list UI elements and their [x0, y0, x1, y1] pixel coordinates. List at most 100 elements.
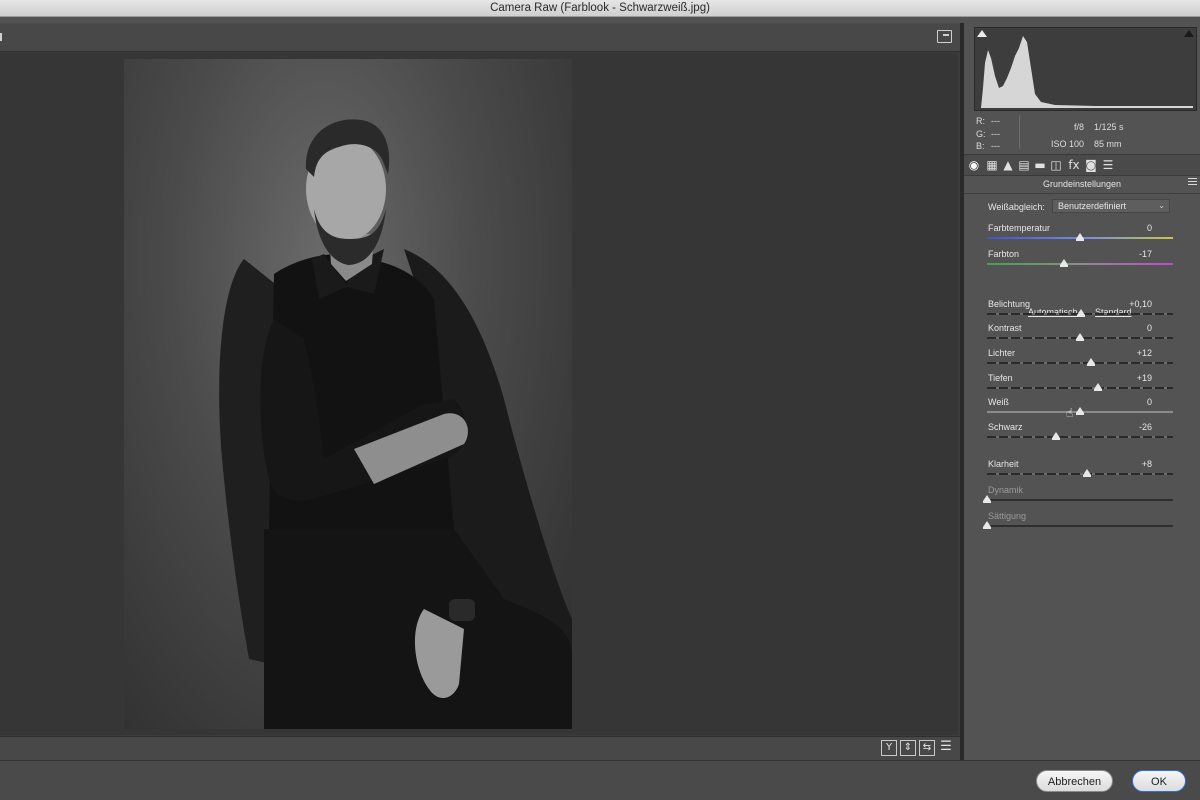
- slider-shadows-track[interactable]: [987, 387, 1173, 389]
- chevron-down-icon: ⌄: [1158, 201, 1165, 210]
- slider-highlights-thumb-base: [1087, 364, 1096, 366]
- slider-saturation-label: Sättigung: [988, 511, 1027, 521]
- slider-temp-label: Farbtemperatur: [988, 223, 1051, 233]
- slider-tint: Farbton -17: [987, 249, 1173, 273]
- slider-saturation-track[interactable]: [987, 525, 1173, 527]
- slider-contrast: Kontrast 0: [987, 323, 1173, 347]
- g-value: ---: [991, 128, 1000, 139]
- adjustment-panel: R: --- G: --- B: --- f/8 1/125 s ISO 100 85 m…: [964, 23, 1200, 760]
- slider-vibrance: Dynamik: [983, 485, 1173, 509]
- slider-shadows: Tiefen +19: [987, 373, 1173, 397]
- panel-menu-icon[interactable]: [1188, 178, 1197, 185]
- slider-whites-label: Weiß: [988, 397, 1009, 407]
- tab-lens-icon[interactable]: ◫: [1048, 157, 1064, 174]
- slider-highlights-track[interactable]: [987, 362, 1173, 364]
- slider-shadows-value[interactable]: +19: [1137, 373, 1152, 383]
- tab-detail-icon[interactable]: ▲: [1000, 157, 1016, 174]
- tab-split-toning-icon[interactable]: ▬: [1032, 157, 1048, 174]
- slider-exposure: Belichtung +0,10: [987, 299, 1173, 323]
- dialog-footer: Abbrechen OK: [0, 760, 1200, 800]
- slider-clarity-thumb-base: [1083, 475, 1092, 477]
- slider-tint-value[interactable]: -17: [1139, 249, 1152, 259]
- slider-vibrance-label: Dynamik: [988, 485, 1024, 495]
- rgb-readout: R: --- G: --- B: ---: [976, 115, 1000, 153]
- swap-before-after-icon[interactable]: ⇕: [900, 740, 916, 756]
- slider-whites: Weiß 0: [987, 397, 1173, 421]
- view-controls: Y ⇕ ⇆ ☰: [881, 740, 954, 756]
- info-separator: [1019, 115, 1020, 149]
- aperture: f/8: [1073, 122, 1084, 132]
- tab-tone-curve-icon[interactable]: ▦: [984, 157, 1000, 174]
- section-title: Grundeinstellungen: [1042, 179, 1122, 189]
- tab-hsl-icon[interactable]: ▤: [1016, 157, 1032, 174]
- fullscreen-icon[interactable]: [937, 30, 952, 43]
- section-divider: [964, 193, 1200, 194]
- shutter-speed: 1/125 s: [1094, 122, 1124, 132]
- slider-highlights-value[interactable]: +12: [1137, 348, 1152, 358]
- slider-shadows-label: Tiefen: [988, 373, 1013, 383]
- slider-clarity-track[interactable]: [987, 473, 1173, 475]
- slider-clarity-label: Klarheit: [988, 459, 1019, 469]
- tab-effects-icon[interactable]: fx: [1066, 157, 1082, 174]
- slider-exposure-label: Belichtung: [988, 299, 1031, 309]
- slider-highlights-label: Lichter: [988, 348, 1016, 358]
- slider-blacks-value[interactable]: -26: [1139, 422, 1152, 432]
- camera-info: f/8 1/125 s ISO 100 85 mm: [1046, 119, 1124, 153]
- slider-exposure-thumb-base: [1076, 315, 1085, 317]
- preview-header: [0, 23, 960, 52]
- histogram: [974, 27, 1197, 111]
- tab-basic-icon[interactable]: ◉: [966, 157, 982, 174]
- tab-presets-icon[interactable]: ☰: [1100, 157, 1116, 174]
- iso: ISO 100: [1050, 139, 1084, 149]
- slider-contrast-thumb-base: [1076, 339, 1084, 341]
- slider-tint-label: Farbton: [988, 249, 1020, 259]
- slider-clarity: Klarheit +8: [987, 459, 1173, 483]
- slider-blacks-label: Schwarz: [988, 422, 1023, 432]
- preview-photo: [124, 59, 572, 729]
- window-title: Camera Raw (Farblook - Schwarzweiß.jpg): [0, 0, 1200, 17]
- portrait-image: [219, 119, 572, 729]
- histogram-graph: [981, 36, 1193, 108]
- slider-temp-value[interactable]: 0: [1147, 223, 1152, 233]
- focal-length: 85 mm: [1094, 139, 1122, 149]
- white-balance-select[interactable]: Benutzerdefiniert ⌄: [1052, 199, 1170, 213]
- highlight-clipping-icon[interactable]: [1184, 30, 1194, 37]
- slider-contrast-label: Kontrast: [988, 323, 1022, 333]
- slider-blacks-thumb-base: [1051, 438, 1060, 440]
- image-canvas[interactable]: [0, 53, 958, 735]
- preview-footer: Y ⇕ ⇆ ☰: [0, 736, 960, 760]
- slider-blacks: Schwarz -26: [987, 422, 1173, 446]
- slider-vibrance-thumb-base: [983, 501, 991, 503]
- cancel-button[interactable]: Abbrechen: [1036, 770, 1113, 792]
- slider-saturation-thumb-base: [983, 527, 991, 529]
- tab-camera-calibration-icon[interactable]: ◙: [1083, 157, 1099, 174]
- white-balance-label: Weißabgleich:: [988, 202, 1045, 212]
- slider-tint-track[interactable]: [987, 263, 1173, 265]
- ok-button[interactable]: OK: [1132, 770, 1186, 792]
- image-info: R: --- G: --- B: --- f/8 1/125 s ISO 100 85 m…: [974, 115, 1197, 153]
- slider-saturation: Sättigung: [983, 511, 1173, 535]
- before-after-y-icon[interactable]: Y: [881, 740, 897, 756]
- slider-highlights: Lichter +12: [987, 348, 1173, 372]
- b-label: B:: [976, 141, 985, 151]
- r-label: R:: [976, 116, 985, 126]
- slider-blacks-track[interactable]: [987, 436, 1173, 438]
- copy-settings-icon[interactable]: ⇆: [919, 740, 935, 756]
- panel-tabs: ◉ ▦ ▲ ▤ ▬ ◫ fx ◙ ☰: [964, 154, 1200, 176]
- slider-clarity-value[interactable]: +8: [1142, 459, 1152, 469]
- slider-whites-value[interactable]: 0: [1147, 397, 1152, 407]
- slider-shadows-thumb-base: [1093, 389, 1102, 391]
- preview-area: Y ⇕ ⇆ ☰: [0, 23, 960, 760]
- slider-tint-thumb-base: [1060, 265, 1069, 267]
- b-value: ---: [991, 141, 1000, 151]
- white-balance-value: Benutzerdefiniert: [1058, 201, 1127, 211]
- slider-exposure-value[interactable]: +0,10: [1129, 299, 1152, 309]
- slider-vibrance-track[interactable]: [987, 499, 1173, 501]
- edge-marker: [0, 33, 2, 41]
- r-value: ---: [991, 116, 1000, 126]
- slider-contrast-value[interactable]: 0: [1147, 323, 1152, 333]
- g-label: G:: [976, 128, 986, 139]
- slider-temp-thumb-base: [1076, 239, 1084, 241]
- shadow-clipping-icon[interactable]: [977, 30, 987, 37]
- toggle-settings-icon[interactable]: ☰: [938, 740, 954, 756]
